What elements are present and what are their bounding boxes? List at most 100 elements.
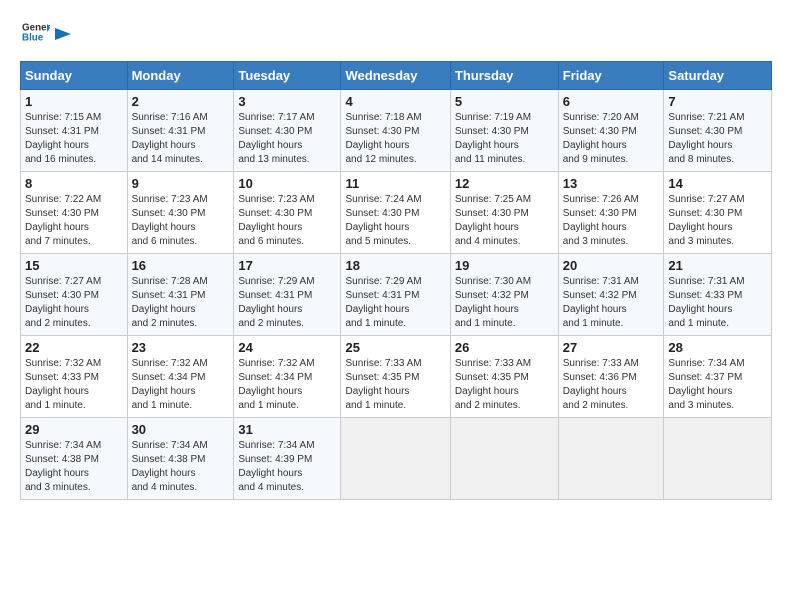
calendar-cell: 8 Sunrise: 7:22 AMSunset: 4:30 PMDaylight… — [21, 172, 128, 254]
calendar-header: Sunday Monday Tuesday Wednesday Thursday… — [21, 62, 772, 90]
calendar-cell: 24 Sunrise: 7:32 AMSunset: 4:34 PMDayligh… — [234, 336, 341, 418]
day-number: 15 — [25, 258, 123, 273]
calendar-week-row: 1Sunrise: 7:15 AMSunset: 4:31 PMDaylight… — [21, 90, 772, 172]
calendar-cell: 10 Sunrise: 7:23 AMSunset: 4:30 PMDayligh… — [234, 172, 341, 254]
calendar-cell: 4 Sunrise: 7:18 AMSunset: 4:30 PMDaylight… — [341, 90, 450, 172]
calendar-cell — [341, 418, 450, 500]
weekday-header-row: Sunday Monday Tuesday Wednesday Thursday… — [21, 62, 772, 90]
calendar-week-row: 8 Sunrise: 7:22 AMSunset: 4:30 PMDaylight… — [21, 172, 772, 254]
day-number: 2 — [132, 94, 230, 109]
calendar-cell: 12 Sunrise: 7:25 AMSunset: 4:30 PMDayligh… — [450, 172, 558, 254]
day-info: Sunrise: 7:28 AMSunset: 4:31 PMDaylight … — [132, 276, 208, 329]
calendar-cell — [558, 418, 664, 500]
calendar-cell: 16Sunrise: 7:28 AMSunset: 4:31 PMDayligh… — [127, 254, 234, 336]
calendar-cell: 19 Sunrise: 7:30 AMSunset: 4:32 PMDayligh… — [450, 254, 558, 336]
day-info: Sunrise: 7:32 AMSunset: 4:34 PMDaylight … — [132, 358, 208, 411]
calendar-week-row: 15 Sunrise: 7:27 AMSunset: 4:30 PMDayligh… — [21, 254, 772, 336]
day-info: Sunrise: 7:33 AMSunset: 4:36 PMDaylight … — [563, 358, 639, 411]
day-number: 5 — [455, 94, 554, 109]
day-info: Sunrise: 7:16 AMSunset: 4:31 PMDaylight … — [132, 112, 208, 165]
day-number: 12 — [455, 176, 554, 191]
day-number: 13 — [563, 176, 660, 191]
day-number: 10 — [238, 176, 336, 191]
calendar-cell: 6 Sunrise: 7:20 AMSunset: 4:30 PMDaylight… — [558, 90, 664, 172]
day-number: 14 — [668, 176, 767, 191]
calendar-cell: 14 Sunrise: 7:27 AMSunset: 4:30 PMDayligh… — [664, 172, 772, 254]
calendar-cell: 15 Sunrise: 7:27 AMSunset: 4:30 PMDayligh… — [21, 254, 128, 336]
day-info: Sunrise: 7:23 AMSunset: 4:30 PMDaylight … — [238, 194, 314, 247]
day-info: Sunrise: 7:26 AMSunset: 4:30 PMDaylight … — [563, 194, 639, 247]
calendar-cell: 30Sunrise: 7:34 AMSunset: 4:38 PMDayligh… — [127, 418, 234, 500]
calendar-cell: 3 Sunrise: 7:17 AMSunset: 4:30 PMDaylight… — [234, 90, 341, 172]
day-info: Sunrise: 7:19 AMSunset: 4:30 PMDaylight … — [455, 112, 531, 165]
day-info: Sunrise: 7:31 AMSunset: 4:32 PMDaylight … — [563, 276, 639, 329]
day-number: 26 — [455, 340, 554, 355]
day-info: Sunrise: 7:34 AMSunset: 4:38 PMDaylight … — [132, 440, 208, 493]
calendar-cell: 13 Sunrise: 7:26 AMSunset: 4:30 PMDayligh… — [558, 172, 664, 254]
calendar-week-row: 29 Sunrise: 7:34 AMSunset: 4:38 PMDayligh… — [21, 418, 772, 500]
page: General Blue Sunday — [0, 0, 792, 612]
calendar-cell: 9 Sunrise: 7:23 AMSunset: 4:30 PMDaylight… — [127, 172, 234, 254]
header-tuesday: Tuesday — [234, 62, 341, 90]
day-info: Sunrise: 7:34 AMSunset: 4:39 PMDaylight … — [238, 440, 314, 493]
calendar-cell — [664, 418, 772, 500]
day-number: 11 — [345, 176, 445, 191]
day-number: 18 — [345, 258, 445, 273]
day-info: Sunrise: 7:15 AMSunset: 4:31 PMDaylight … — [25, 112, 101, 165]
calendar-cell: 7Sunrise: 7:21 AMSunset: 4:30 PMDaylight… — [664, 90, 772, 172]
day-info: Sunrise: 7:33 AMSunset: 4:35 PMDaylight … — [455, 358, 531, 411]
day-info: Sunrise: 7:31 AMSunset: 4:33 PMDaylight … — [668, 276, 744, 329]
logo-area: General Blue — [20, 18, 74, 51]
day-number: 25 — [345, 340, 445, 355]
day-info: Sunrise: 7:32 AMSunset: 4:34 PMDaylight … — [238, 358, 314, 411]
calendar-cell: 27Sunrise: 7:33 AMSunset: 4:36 PMDayligh… — [558, 336, 664, 418]
day-number: 4 — [345, 94, 445, 109]
header-wednesday: Wednesday — [341, 62, 450, 90]
header-friday: Friday — [558, 62, 664, 90]
calendar-cell: 1Sunrise: 7:15 AMSunset: 4:31 PMDaylight… — [21, 90, 128, 172]
day-info: Sunrise: 7:33 AMSunset: 4:35 PMDaylight … — [345, 358, 421, 411]
calendar-cell: 21 Sunrise: 7:31 AMSunset: 4:33 PMDayligh… — [664, 254, 772, 336]
day-number: 20 — [563, 258, 660, 273]
calendar-cell: 20 Sunrise: 7:31 AMSunset: 4:32 PMDayligh… — [558, 254, 664, 336]
calendar-cell: 23 Sunrise: 7:32 AMSunset: 4:34 PMDayligh… — [127, 336, 234, 418]
day-number: 6 — [563, 94, 660, 109]
day-info: Sunrise: 7:34 AMSunset: 4:38 PMDaylight … — [25, 440, 101, 493]
day-number: 31 — [238, 422, 336, 437]
day-number: 9 — [132, 176, 230, 191]
day-info: Sunrise: 7:24 AMSunset: 4:30 PMDaylight … — [345, 194, 421, 247]
day-info: Sunrise: 7:18 AMSunset: 4:30 PMDaylight … — [345, 112, 421, 165]
day-number: 24 — [238, 340, 336, 355]
day-info: Sunrise: 7:30 AMSunset: 4:32 PMDaylight … — [455, 276, 531, 329]
header-thursday: Thursday — [450, 62, 558, 90]
calendar-table: Sunday Monday Tuesday Wednesday Thursday… — [20, 61, 772, 500]
day-info: Sunrise: 7:21 AMSunset: 4:30 PMDaylight … — [668, 112, 744, 165]
day-info: Sunrise: 7:23 AMSunset: 4:30 PMDaylight … — [132, 194, 208, 247]
day-number: 23 — [132, 340, 230, 355]
svg-text:Blue: Blue — [22, 32, 44, 43]
day-number: 29 — [25, 422, 123, 437]
header: General Blue — [20, 18, 772, 51]
calendar-cell: 26 Sunrise: 7:33 AMSunset: 4:35 PMDayligh… — [450, 336, 558, 418]
calendar-cell: 31 Sunrise: 7:34 AMSunset: 4:39 PMDayligh… — [234, 418, 341, 500]
calendar-cell: 17Sunrise: 7:29 AMSunset: 4:31 PMDayligh… — [234, 254, 341, 336]
calendar-cell: 28Sunrise: 7:34 AMSunset: 4:37 PMDayligh… — [664, 336, 772, 418]
day-number: 8 — [25, 176, 123, 191]
calendar-cell: 11 Sunrise: 7:24 AMSunset: 4:30 PMDayligh… — [341, 172, 450, 254]
header-saturday: Saturday — [664, 62, 772, 90]
day-number: 21 — [668, 258, 767, 273]
day-info: Sunrise: 7:27 AMSunset: 4:30 PMDaylight … — [25, 276, 101, 329]
day-info: Sunrise: 7:17 AMSunset: 4:30 PMDaylight … — [238, 112, 314, 165]
day-number: 3 — [238, 94, 336, 109]
day-number: 19 — [455, 258, 554, 273]
day-info: Sunrise: 7:25 AMSunset: 4:30 PMDaylight … — [455, 194, 531, 247]
day-info: Sunrise: 7:32 AMSunset: 4:33 PMDaylight … — [25, 358, 101, 411]
day-info: Sunrise: 7:22 AMSunset: 4:30 PMDaylight … — [25, 194, 101, 247]
calendar-cell: 5 Sunrise: 7:19 AMSunset: 4:30 PMDaylight… — [450, 90, 558, 172]
day-info: Sunrise: 7:20 AMSunset: 4:30 PMDaylight … — [563, 112, 639, 165]
calendar-cell: 25 Sunrise: 7:33 AMSunset: 4:35 PMDayligh… — [341, 336, 450, 418]
day-info: Sunrise: 7:29 AMSunset: 4:31 PMDaylight … — [238, 276, 314, 329]
day-info: Sunrise: 7:27 AMSunset: 4:30 PMDaylight … — [668, 194, 744, 247]
calendar-cell — [450, 418, 558, 500]
calendar-week-row: 22Sunrise: 7:32 AMSunset: 4:33 PMDayligh… — [21, 336, 772, 418]
